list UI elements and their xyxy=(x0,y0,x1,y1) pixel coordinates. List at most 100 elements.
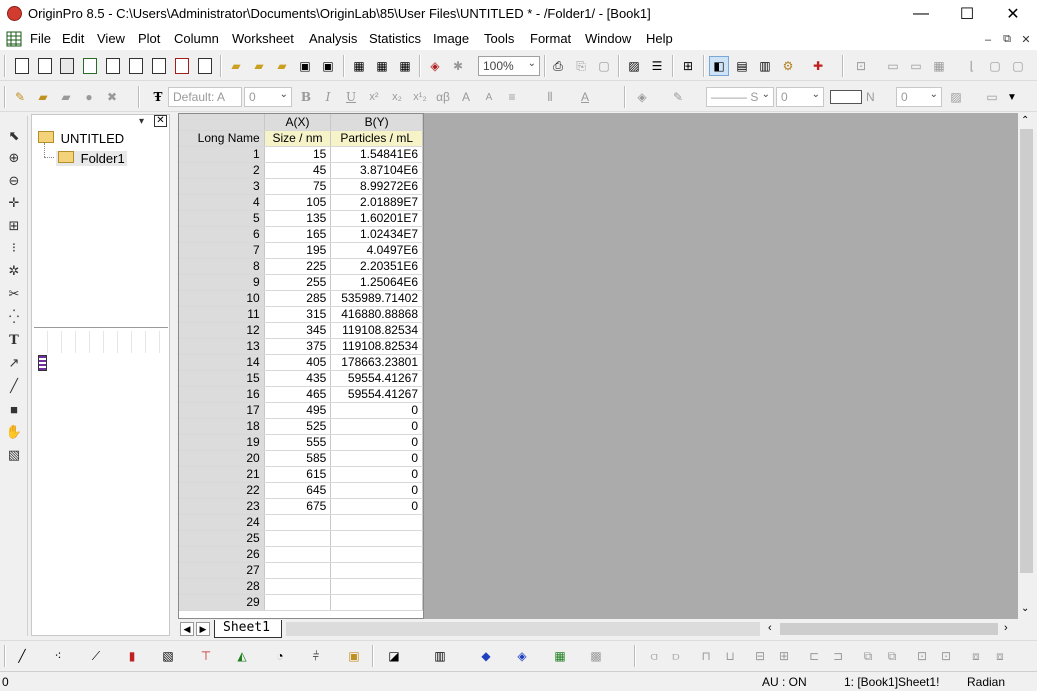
3d-plot-icon[interactable]: ◪ xyxy=(384,646,404,666)
row-header[interactable]: 8 xyxy=(179,258,265,275)
align-top-edge-icon[interactable]: ⊓ xyxy=(696,646,716,666)
merge-graph-icon[interactable]: ▭ xyxy=(883,56,903,76)
cell-particles[interactable]: 2.01889E7 xyxy=(330,194,423,211)
cell-size[interactable]: 615 xyxy=(264,466,332,483)
row-header[interactable]: 19 xyxy=(179,434,265,451)
add-new-columns-icon[interactable]: ✚ xyxy=(808,56,828,76)
pointer-icon[interactable]: ⬉ xyxy=(4,126,24,146)
row-header[interactable]: 7 xyxy=(179,242,265,259)
mdi-close-button[interactable]: ✕ xyxy=(1018,32,1034,47)
column-plot-icon[interactable]: ▮ xyxy=(122,646,142,666)
subscript-icon[interactable]: x₂ xyxy=(387,87,407,107)
line-tool-icon[interactable]: ╱ xyxy=(4,376,24,396)
mask-icon[interactable]: ✂ xyxy=(4,284,24,304)
open-icon[interactable]: ▰ xyxy=(226,56,246,76)
cell-particles[interactable] xyxy=(330,514,423,531)
toolbar-disabled-icon-1[interactable]: ▰ xyxy=(56,87,76,107)
cell-particles[interactable] xyxy=(330,578,423,595)
data-selector-icon[interactable]: ⁝ xyxy=(4,238,24,258)
cell-size[interactable]: 225 xyxy=(264,258,332,275)
cell-particles[interactable]: 59554.41267 xyxy=(330,386,423,403)
cell-particles[interactable]: 0 xyxy=(330,402,423,419)
maximize-button[interactable]: ☐ xyxy=(944,0,990,28)
new-notes-icon[interactable] xyxy=(172,56,192,76)
toolbar-overflow-icon[interactable]: ▼ xyxy=(1002,87,1022,107)
line-symbol-plot-icon[interactable]: ⟋ xyxy=(86,646,106,666)
line-width-combo[interactable]: 0 ⌄ xyxy=(776,87,824,107)
row-header[interactable]: 20 xyxy=(179,450,265,467)
cell-size[interactable] xyxy=(264,562,332,579)
save-project-icon[interactable]: ▣ xyxy=(295,56,315,76)
statistics-plot-icon[interactable]: ⊤ xyxy=(196,646,216,666)
save-window-icon[interactable]: ▣ xyxy=(318,56,338,76)
row-header[interactable]: 22 xyxy=(179,482,265,499)
font-color-icon[interactable]: A xyxy=(575,87,595,107)
row-header[interactable]: 14 xyxy=(179,354,265,371)
same-height-icon[interactable]: ⊐ xyxy=(828,646,848,666)
row-header[interactable]: 17 xyxy=(179,402,265,419)
menu-plot[interactable]: Plot xyxy=(138,31,160,46)
explorer-splitter[interactable] xyxy=(34,327,168,329)
zoom-out-icon[interactable]: ⊖ xyxy=(4,171,24,191)
fill-value-combo[interactable]: 0 ⌄ xyxy=(896,87,942,107)
decrease-font-icon[interactable]: A xyxy=(479,87,499,107)
cell-size[interactable] xyxy=(264,578,332,595)
3d-bars-icon[interactable]: ▥ xyxy=(430,646,450,666)
book-icon[interactable] xyxy=(38,355,47,371)
screen-reader-icon[interactable]: ✛ xyxy=(4,193,24,213)
cell-particles[interactable]: 0 xyxy=(330,498,423,515)
corner-cell[interactable] xyxy=(179,114,265,131)
worksheet-grid-icon[interactable] xyxy=(6,31,22,47)
data-reader-icon[interactable]: ⊞ xyxy=(4,216,24,236)
menu-file[interactable]: File xyxy=(30,31,51,46)
cell-size[interactable]: 45 xyxy=(264,162,332,179)
pattern-icon[interactable]: ▨ xyxy=(946,87,966,107)
import-wizard-icon[interactable]: ▦ xyxy=(395,56,415,76)
cell-particles[interactable]: 0 xyxy=(330,466,423,483)
explorer-folder-item[interactable]: Folder1 xyxy=(56,151,127,166)
text-tool-icon[interactable]: T xyxy=(4,330,24,350)
cell-size[interactable]: 495 xyxy=(264,402,332,419)
superscript-icon[interactable]: x² xyxy=(364,87,384,107)
menu-window[interactable]: Window xyxy=(585,31,631,46)
same-width-icon[interactable]: ⊏ xyxy=(804,646,824,666)
send-back-icon[interactable]: ⧉ xyxy=(882,646,902,666)
row-header[interactable]: 1 xyxy=(179,146,265,163)
long-name-label[interactable]: Long Name xyxy=(179,130,265,147)
origin-app-icon[interactable] xyxy=(7,6,22,21)
row-header[interactable]: 4 xyxy=(179,194,265,211)
fill-color-icon[interactable]: ◈ xyxy=(632,87,652,107)
row-header[interactable]: 24 xyxy=(179,514,265,531)
open-excel-icon[interactable]: ▰ xyxy=(272,56,292,76)
row-header[interactable]: 2 xyxy=(179,162,265,179)
menu-statistics[interactable]: Statistics xyxy=(369,31,421,46)
row-header[interactable]: 26 xyxy=(179,546,265,563)
front-data-icon[interactable]: ⧈ xyxy=(966,646,986,666)
tab-next-icon[interactable]: ▶ xyxy=(196,622,210,636)
bring-front-icon[interactable]: ⧉ xyxy=(858,646,878,666)
pie-plot-icon[interactable]: ◔ xyxy=(270,646,290,666)
align-left-icon[interactable]: ⌊ xyxy=(962,56,982,76)
cell-size[interactable]: 285 xyxy=(264,290,332,307)
layer-grid-icon[interactable]: ▦ xyxy=(929,56,949,76)
fill-swatch[interactable] xyxy=(830,90,862,104)
scroll-right-icon[interactable]: › xyxy=(1004,622,1008,634)
border-icon[interactable]: ▭ xyxy=(982,87,1002,107)
tab-prev-icon[interactable]: ◀ xyxy=(180,622,194,636)
cell-size[interactable] xyxy=(264,546,332,563)
cell-particles[interactable]: 1.25064E6 xyxy=(330,274,423,291)
cell-size[interactable]: 195 xyxy=(264,242,332,259)
menu-analysis[interactable]: Analysis xyxy=(309,31,357,46)
tab-sheet1[interactable]: Sheet1 xyxy=(214,620,282,638)
long-name-a[interactable]: Size / nm xyxy=(264,130,332,147)
code-builder-icon[interactable]: ▨ xyxy=(624,56,644,76)
explorer-root-item[interactable]: UNTITLED xyxy=(38,131,124,146)
cell-particles[interactable]: 0 xyxy=(330,482,423,499)
vertical-scroll-thumb[interactable] xyxy=(1020,129,1033,573)
import-ascii-icon[interactable]: ▦ xyxy=(349,56,369,76)
mdi-restore-button[interactable]: ⧉ xyxy=(999,32,1015,47)
column-header-a[interactable]: A(X) xyxy=(264,114,332,131)
row-header[interactable]: 21 xyxy=(179,466,265,483)
horizontal-scrollbar[interactable]: ‹ › xyxy=(764,620,1018,638)
cell-size[interactable]: 15 xyxy=(264,146,332,163)
